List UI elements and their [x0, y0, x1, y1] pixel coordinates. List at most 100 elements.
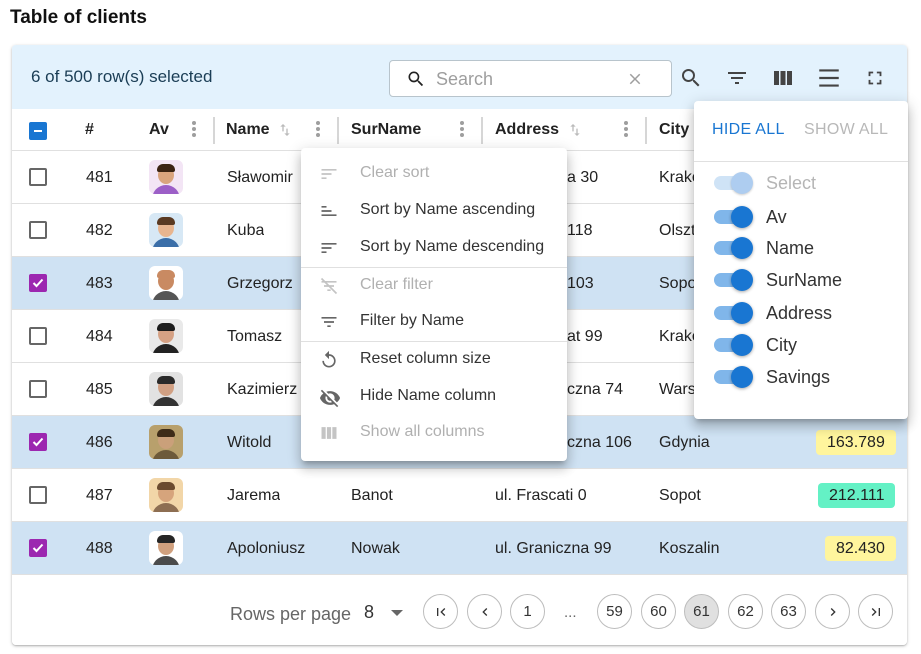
- row-checkbox[interactable]: [29, 433, 47, 451]
- search-box: [389, 60, 672, 97]
- column-resize-handle[interactable]: [213, 117, 215, 144]
- column-menu-button-surname[interactable]: [459, 121, 465, 139]
- menu-item-label: Hide Name column: [360, 387, 497, 404]
- column-resize-handle[interactable]: [645, 117, 647, 144]
- column-resize-handle[interactable]: [337, 117, 339, 144]
- menu-item-sort-descending[interactable]: Sort by Name descending: [301, 230, 567, 266]
- cell-address: ul. Frascati 0: [495, 487, 587, 504]
- avatar: [149, 213, 183, 247]
- menu-item-clear-filter[interactable]: Clear filter: [301, 268, 567, 304]
- toggle-av[interactable]: [712, 205, 756, 229]
- show-all-button[interactable]: SHOW ALL: [804, 121, 888, 139]
- page-button[interactable]: 62: [728, 594, 763, 629]
- column-menu-button-address[interactable]: [623, 121, 629, 139]
- menu-item-sort-ascending[interactable]: Sort by Name ascending: [301, 193, 567, 229]
- toggle-savings[interactable]: [712, 365, 756, 389]
- avatar: [149, 160, 183, 194]
- density-icon[interactable]: [816, 65, 842, 91]
- toggle-city[interactable]: [712, 333, 756, 357]
- savings-badge: 82.430: [825, 536, 896, 561]
- sort-icon[interactable]: [277, 122, 293, 143]
- toggle-surname[interactable]: [712, 268, 756, 292]
- cell-name: Sławomir: [227, 169, 293, 186]
- search-input[interactable]: [436, 67, 626, 91]
- next-page-button[interactable]: [815, 594, 850, 629]
- cell-address: a 30: [567, 169, 599, 186]
- savings-badge: 212.111: [818, 483, 896, 508]
- savings-badge: 163.789: [816, 430, 896, 455]
- hide-all-button[interactable]: HIDE ALL: [712, 121, 785, 139]
- sort-icon[interactable]: [567, 122, 583, 143]
- cell-num: 483: [86, 275, 113, 292]
- current-page-button[interactable]: 61: [684, 594, 719, 629]
- first-page-button[interactable]: [423, 594, 458, 629]
- menu-item-show-all-columns[interactable]: Show all columns: [301, 415, 567, 451]
- last-page-button[interactable]: [858, 594, 893, 629]
- cell-num: 487: [86, 487, 113, 504]
- cell-city: Gdynia: [659, 434, 710, 451]
- toggle-select[interactable]: [712, 171, 756, 195]
- pagination-ellipsis: ...: [564, 604, 577, 621]
- header-surname[interactable]: SurName: [351, 109, 421, 151]
- menu-item-reset-size[interactable]: Reset column size: [301, 342, 567, 378]
- toggle-address[interactable]: [712, 301, 756, 325]
- menu-item-clear-sort[interactable]: Clear sort: [301, 156, 567, 192]
- select-all-checkbox[interactable]: [29, 122, 47, 140]
- reset-icon: [319, 350, 339, 370]
- menu-item-label: Filter by Name: [360, 312, 465, 329]
- prev-page-button[interactable]: [467, 594, 502, 629]
- columns-icon[interactable]: [770, 65, 796, 91]
- table-row[interactable]: 488 Apoloniusz Nowak ul. Graniczna 99 Ko…: [12, 522, 907, 575]
- cell-surname: Banot: [351, 487, 393, 504]
- toggle-label-city: City: [766, 335, 797, 355]
- row-checkbox[interactable]: [29, 274, 47, 292]
- fullscreen-icon[interactable]: [862, 65, 888, 91]
- rows-per-page-label: Rows per page: [230, 604, 352, 624]
- filter-icon[interactable]: [724, 65, 750, 91]
- cell-name: Jarema: [227, 487, 281, 504]
- avatar: [149, 372, 183, 406]
- menu-item-filter[interactable]: Filter by Name: [301, 304, 567, 340]
- toggle-name[interactable]: [712, 236, 756, 260]
- cell-num: 481: [86, 169, 113, 186]
- column-resize-handle[interactable]: [481, 117, 483, 144]
- toggle-label-select: Select: [766, 173, 817, 193]
- page-button[interactable]: 59: [597, 594, 632, 629]
- cell-address: 103: [567, 275, 594, 292]
- row-checkbox[interactable]: [29, 380, 47, 398]
- cell-name: Kuba: [227, 222, 265, 239]
- page-button[interactable]: 1: [510, 594, 545, 629]
- sort-descending-icon: [319, 238, 339, 258]
- search-toggle-icon[interactable]: [678, 65, 704, 91]
- row-checkbox[interactable]: [29, 486, 47, 504]
- page-title: Table of clients: [10, 7, 147, 28]
- row-checkbox[interactable]: [29, 539, 47, 557]
- header-name[interactable]: Name: [226, 109, 270, 151]
- row-checkbox[interactable]: [29, 168, 47, 186]
- toggle-label-name: Name: [766, 238, 815, 258]
- toggle-label-address: Address: [766, 303, 833, 323]
- cell-city: Koszalin: [659, 540, 720, 557]
- column-menu-button-av[interactable]: [191, 121, 197, 139]
- header-city[interactable]: City: [659, 109, 689, 151]
- page-button[interactable]: 60: [641, 594, 676, 629]
- row-checkbox[interactable]: [29, 327, 47, 345]
- table-row[interactable]: 487 Jarema Banot ul. Frascati 0 Sopot 21…: [12, 469, 907, 522]
- header-num[interactable]: #: [85, 109, 94, 151]
- avatar: [149, 425, 183, 459]
- header-av[interactable]: Av: [149, 109, 169, 151]
- column-menu-button-name[interactable]: [315, 121, 321, 139]
- header-address[interactable]: Address: [495, 109, 559, 151]
- clear-search-icon[interactable]: [626, 70, 644, 93]
- menu-item-hide-column[interactable]: Hide Name column: [301, 379, 567, 415]
- toggle-label-surname: SurName: [766, 270, 843, 290]
- filter-icon: [319, 312, 339, 332]
- rows-per-page-select[interactable]: 8: [364, 602, 374, 623]
- cell-name: Witold: [227, 434, 272, 451]
- cell-address: ul. Graniczna 99: [495, 540, 612, 557]
- page-button[interactable]: 63: [771, 594, 806, 629]
- cell-surname: Nowak: [351, 540, 400, 557]
- panel-divider: [694, 161, 908, 162]
- row-checkbox[interactable]: [29, 221, 47, 239]
- chevron-down-icon[interactable]: [391, 610, 403, 616]
